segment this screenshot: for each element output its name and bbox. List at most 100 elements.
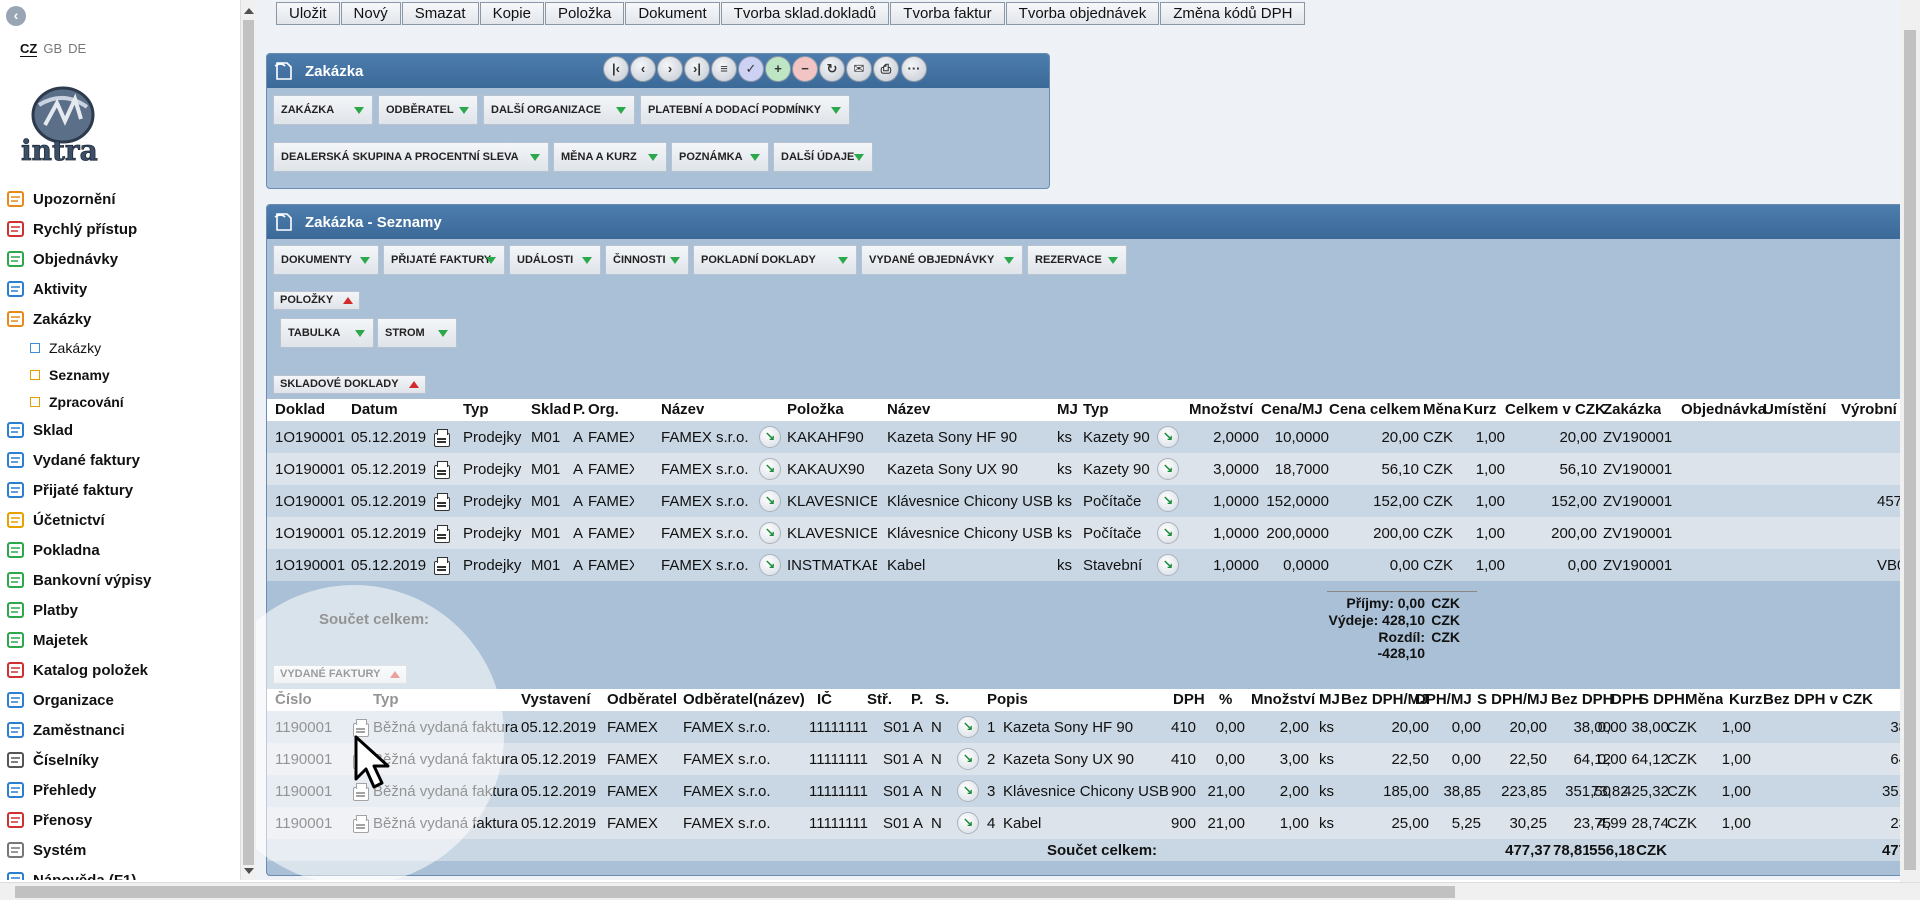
language-cz[interactable]: CZ xyxy=(20,41,38,57)
column-header[interactable]: Název xyxy=(887,401,930,418)
table-row[interactable]: 1190001 Běžná vydaná faktura 05.12.2019 FAM… xyxy=(267,711,1900,743)
order-tab[interactable]: DALŠÍ ÚDAJE xyxy=(773,142,873,172)
sidebar-item-cash[interactable]: Pokladna xyxy=(0,535,240,565)
open-type-arrow-icon[interactable]: ↘ xyxy=(1157,522,1179,544)
open-item-arrow-icon[interactable]: ↘ xyxy=(759,522,781,544)
sidebar-item-order[interactable]: Zakázky xyxy=(0,304,240,334)
column-header[interactable]: Měna xyxy=(1685,691,1723,708)
invoices-section-label[interactable]: VYDANÉ FAKTURY xyxy=(273,665,408,684)
open-type-arrow-icon[interactable]: ↘ xyxy=(1157,458,1179,480)
sidebar-item-help[interactable]: Nápověda (F1) xyxy=(0,865,240,880)
order-tab[interactable]: PLATEBNÍ A DODACÍ PODMÍNKY xyxy=(640,95,850,125)
toolbar-button[interactable]: Změna kódů DPH xyxy=(1160,2,1306,25)
column-header[interactable]: DPH xyxy=(1611,691,1643,708)
order-tab[interactable]: ODBĚRATEL xyxy=(378,95,478,125)
sidebar-item-tag[interactable]: Katalog položek xyxy=(0,655,240,685)
column-header[interactable]: Bez DPH v CZK xyxy=(1763,691,1873,708)
table-row[interactable]: 1O190001 05.12.2019 Prodejky M01 A FAMEX FAMEX… xyxy=(267,517,1900,549)
first-nav-button[interactable]: |‹ xyxy=(603,56,629,82)
open-item-arrow-icon[interactable]: ↘ xyxy=(957,748,979,770)
table-row[interactable]: 1O190001 05.12.2019 Prodejky M01 A FAMEX FAMEX… xyxy=(267,453,1900,485)
open-item-arrow-icon[interactable]: ↘ xyxy=(759,426,781,448)
language-gb[interactable]: GB xyxy=(43,41,62,56)
sidebar-item-sync[interactable]: Přenosy xyxy=(0,805,240,835)
column-header[interactable]: S DPH/MJ xyxy=(1477,691,1548,708)
column-header[interactable]: Sklad xyxy=(531,401,571,418)
column-header[interactable]: Popis xyxy=(987,691,1028,708)
column-header[interactable]: Stř. xyxy=(867,691,892,708)
column-header[interactable]: Výrobní xyxy=(1841,401,1897,418)
confirm-nav-button[interactable]: ✓ xyxy=(738,56,764,82)
collapse-sidebar-button[interactable]: ‹ xyxy=(6,6,26,26)
sidebar-item-bell[interactable]: Upozornění xyxy=(0,184,240,214)
column-header[interactable]: Množství xyxy=(1251,691,1315,708)
open-item-arrow-icon[interactable]: ↘ xyxy=(759,554,781,576)
sidebar-item-assets[interactable]: Majetek xyxy=(0,625,240,655)
column-header[interactable]: MJ xyxy=(1057,401,1078,418)
sidebar-item-invoice-in[interactable]: Přijaté faktury xyxy=(0,475,240,505)
column-header[interactable]: Typ xyxy=(463,401,489,418)
print-icon[interactable] xyxy=(434,557,450,575)
order-tab[interactable]: ZAKÁZKA xyxy=(273,95,373,125)
table-row[interactable]: 1O190001 05.12.2019 Prodejky M01 A FAMEX FAMEX… xyxy=(267,549,1900,581)
column-header[interactable]: Typ xyxy=(373,691,399,708)
sidebar-item-gear[interactable]: Číselníky xyxy=(0,745,240,775)
column-header[interactable]: Zakázka xyxy=(1603,401,1661,418)
column-header[interactable]: P. xyxy=(911,691,923,708)
open-item-arrow-icon[interactable]: ↘ xyxy=(957,780,979,802)
scroll-thumb[interactable] xyxy=(243,20,254,865)
open-type-arrow-icon[interactable]: ↘ xyxy=(1157,554,1179,576)
column-header[interactable]: Cena/MJ xyxy=(1261,401,1323,418)
open-item-arrow-icon[interactable]: ↘ xyxy=(759,458,781,480)
scroll-down-arrow[interactable] xyxy=(244,868,254,874)
column-header[interactable]: Položka xyxy=(787,401,844,418)
column-header[interactable]: DPH/MJ xyxy=(1415,691,1472,708)
sidebar-item-cart[interactable]: Objednávky xyxy=(0,244,240,274)
column-header[interactable]: Název xyxy=(661,401,704,418)
open-type-arrow-icon[interactable]: ↘ xyxy=(1157,490,1179,512)
column-header[interactable]: Kurz xyxy=(1463,401,1496,418)
column-header[interactable]: Odběratel(název) xyxy=(683,691,805,708)
next-nav-button[interactable]: › xyxy=(657,56,683,82)
sidebar-item-invoice-out[interactable]: Vydané faktury xyxy=(0,445,240,475)
print-icon[interactable] xyxy=(434,429,450,447)
list-tab[interactable]: ČINNOSTI xyxy=(605,245,689,275)
order-tab[interactable]: DEALERSKÁ SKUPINA A PROCENTNÍ SLEVA xyxy=(273,142,549,172)
column-header[interactable]: Množství xyxy=(1189,401,1253,418)
column-header[interactable]: DPH xyxy=(1173,691,1205,708)
column-header[interactable]: Org. xyxy=(588,401,619,418)
order-tab[interactable]: POZNÁMKA xyxy=(671,142,769,172)
sidebar-subitem[interactable]: Zakázky xyxy=(0,334,240,361)
print-icon[interactable] xyxy=(434,525,450,543)
print-nav-button[interactable]: ⎙ xyxy=(873,56,899,82)
column-header[interactable]: Umístění xyxy=(1763,401,1826,418)
list-tab[interactable]: UDÁLOSTI xyxy=(509,245,601,275)
list-nav-button[interactable]: ≡ xyxy=(711,56,737,82)
column-header[interactable]: Objednávka xyxy=(1681,401,1766,418)
column-header[interactable]: % xyxy=(1219,691,1232,708)
open-item-arrow-icon[interactable]: ↘ xyxy=(759,490,781,512)
column-header[interactable]: S. xyxy=(935,691,949,708)
language-de[interactable]: DE xyxy=(68,41,86,56)
column-header[interactable]: P. xyxy=(573,401,585,418)
table-row[interactable]: 1O190001 05.12.2019 Prodejky M01 A FAMEX FAMEX… xyxy=(267,485,1900,517)
list-tab[interactable]: PŘIJATÉ FAKTURY xyxy=(383,245,505,275)
stock-section-label[interactable]: SKLADOVÉ DOKLADY xyxy=(273,375,426,394)
toolbar-button[interactable]: Smazat xyxy=(401,2,479,25)
print-icon[interactable] xyxy=(434,493,450,511)
table-row[interactable]: 1190001 Běžná vydaná faktura 05.12.2019 FAM… xyxy=(267,775,1900,807)
order-tab[interactable]: MĚNA A KURZ xyxy=(553,142,667,172)
sidebar-subitem[interactable]: Zpracování xyxy=(0,388,240,415)
toolbar-button[interactable]: Uložit xyxy=(276,2,340,25)
toolbar-button[interactable]: Tvorba faktur xyxy=(890,2,1005,25)
sidebar-item-wrench[interactable]: Systém xyxy=(0,835,240,865)
column-header[interactable]: Bez DPH xyxy=(1551,691,1614,708)
sidebar-item-employee[interactable]: Zaměstnanci xyxy=(0,715,240,745)
column-header[interactable]: Datum xyxy=(351,401,398,418)
open-item-arrow-icon[interactable]: ↘ xyxy=(957,716,979,738)
sidebar-item-report[interactable]: Přehledy xyxy=(0,775,240,805)
sidebar-item-tiles[interactable]: Rychlý přístup xyxy=(0,214,240,244)
prev-nav-button[interactable]: ‹ xyxy=(630,56,656,82)
mail-nav-button[interactable]: ✉ xyxy=(846,56,872,82)
column-header[interactable]: Cena celkem xyxy=(1329,401,1421,418)
